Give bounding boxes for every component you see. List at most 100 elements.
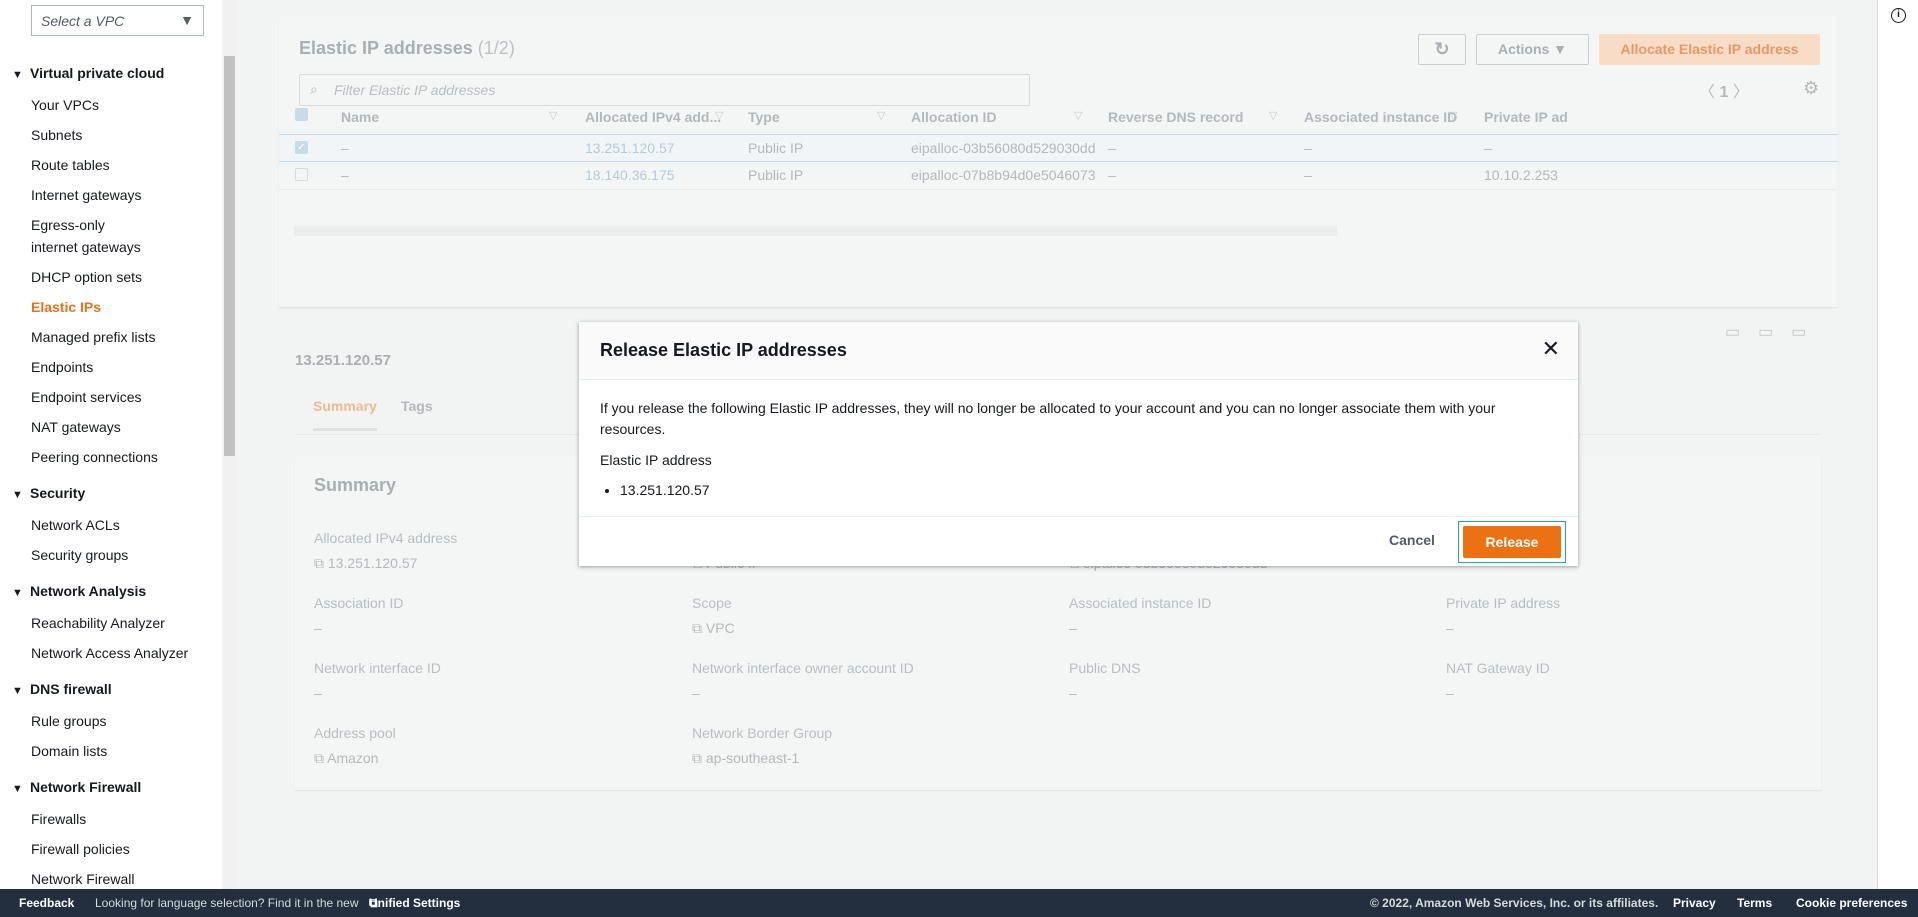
sidebar-item-nat-gateways[interactable]: NAT gateways [0,412,222,442]
sidebar-scrollbar[interactable] [222,0,237,889]
table-cell: 13.251.120.57 [585,140,675,156]
terms-link[interactable]: Terms [1737,889,1772,917]
sidebar-item-firewalls[interactable]: Firewalls [0,804,222,834]
sidebar-item-your-vpcs[interactable]: Your VPCs [0,90,222,120]
field-value: – [1069,620,1077,636]
next-page-icon[interactable]: 〉 [1733,84,1749,101]
settings-gear-icon[interactable]: ⚙ [1803,78,1819,99]
sidebar-item-domain-lists[interactable]: Domain lists [0,736,222,766]
field-value: – [314,620,322,636]
field-value: – [1446,685,1454,701]
sidebar-item-reachability-analyzer[interactable]: Reachability Analyzer [0,608,222,638]
table-row[interactable]: ✓ – 13.251.120.57 Public IP eipalloc-03b5608… [279,134,1838,162]
refresh-button[interactable]: ↻ [1418,34,1466,65]
privacy-link[interactable]: Privacy [1673,889,1716,917]
field-value-text: – [314,620,322,636]
sidebar-section-network-firewall[interactable]: ▼ Network Firewall [0,772,222,804]
column-header[interactable]: Name [341,109,379,125]
sidebar-item-internet-gateways[interactable]: Internet gateways [0,180,222,210]
sort-icon[interactable]: ▽ [1074,109,1082,122]
prev-page-icon[interactable]: 〈 [1699,84,1715,101]
sidebar-item-network-access-analyzer[interactable]: Network Access Analyzer [0,638,222,668]
scrollbar-thumb[interactable] [224,56,235,456]
sidebar-section-security[interactable]: ▼ Security [0,478,222,510]
column-header[interactable]: Type [748,109,780,125]
sidebar-nav: ▼ Virtual private cloud Your VPCs Subnets Ro… [0,52,222,889]
field-label: Allocated IPv4 address [314,530,458,546]
column-header[interactable]: Associated instance ID [1304,109,1457,125]
sidebar-item-endpoint-services[interactable]: Endpoint services [0,382,222,412]
cancel-button[interactable]: Cancel [1389,532,1435,548]
vpc-select-value: Select a VPC [41,13,125,29]
sidebar-item-firewall-policies[interactable]: Firewall policies [0,834,222,864]
field-value-text: Amazon [327,750,379,766]
table-cell: 10.10.2.253 [1484,167,1558,183]
table-row[interactable]: – 18.140.36.175 Public IP eipalloc-07b8b94d… [279,162,1838,190]
field-value-text: 13.251.120.57 [327,555,418,571]
field-value: ⧉ ap-southeast-1 [692,750,799,767]
column-header[interactable]: Private IP ad [1484,109,1568,125]
details-title: 13.251.120.57 [295,352,391,369]
column-header[interactable]: Allocated IPv4 add... [585,109,721,125]
field-value-text: ap-southeast-1 [705,750,800,766]
horizontal-scrollbar[interactable] [294,226,1337,236]
field-value: – [1446,620,1454,636]
table-cell: Public IP [748,140,804,156]
select-all-checkbox[interactable] [295,108,308,121]
copy-icon[interactable]: ⧉ [692,750,706,766]
table-cell: – [341,140,349,156]
sidebar-section-network-analysis[interactable]: ▼ Network Analysis [0,576,222,608]
sidebar-item-rule-groups[interactable]: Rule groups [0,706,222,736]
address-list-label: Elastic IP address [600,452,712,468]
tab-tags[interactable]: Tags [401,398,433,414]
field-label: NAT Gateway ID [1446,660,1550,676]
sidebar-item-subnets[interactable]: Subnets [0,120,222,150]
vpc-select[interactable]: Select a VPC ▼ [31,5,204,36]
sidebar-item-security-groups[interactable]: Security groups [0,540,222,570]
copy-icon[interactable]: ⧉ [314,555,328,571]
page-number[interactable]: 1 [1719,84,1728,101]
caret-down-icon: ▼ [12,489,23,501]
sidebar-item-endpoints[interactable]: Endpoints [0,352,222,382]
actions-button[interactable]: Actions ▼ [1476,34,1589,65]
sort-icon[interactable]: ▽ [1269,109,1277,122]
cookie-preferences-link[interactable]: Cookie preferences [1796,889,1907,917]
sidebar-section-virtual-private-cloud[interactable]: ▼ Virtual private cloud [0,58,222,90]
sidebar-section-dns-firewall[interactable]: ▼ DNS firewall [0,674,222,706]
copyright: © 2022, Amazon Web Services, Inc. or its… [1370,896,1659,910]
allocate-eip-button[interactable]: Allocate Elastic IP address [1599,34,1820,65]
sidebar-item-managed-prefix-lists[interactable]: Managed prefix lists [0,322,222,352]
column-header[interactable]: Reverse DNS record [1108,109,1243,125]
table-cell: – [1108,167,1116,183]
release-button[interactable]: Release [1463,526,1561,558]
copy-icon[interactable]: ⧉ [314,750,327,766]
caret-down-icon: ▼ [12,685,23,697]
table-title: Elastic IP addresses (1/2) [299,38,515,58]
sidebar-item-route-tables[interactable]: Route tables [0,150,222,180]
close-icon[interactable]: ✕ [1542,336,1560,362]
row-checkbox[interactable]: ✓ [295,141,308,154]
sort-icon[interactable]: ▽ [877,109,885,122]
sidebar-item-dhcp-option-sets[interactable]: DHCP option sets [0,262,222,292]
copy-icon[interactable]: ⧉ [692,620,706,636]
sidebar-item-egress-only-internet-gateways[interactable]: Egress-only internet gateways [0,210,150,262]
table-cell: eipalloc-07b8b94d0e5046073 [911,167,1096,183]
sort-icon[interactable]: ▽ [715,109,723,122]
sort-icon[interactable]: ▽ [549,109,557,122]
feedback-link[interactable]: Feedback [19,889,74,917]
sort-icon[interactable]: ▽ [1449,109,1457,122]
language-note: Looking for language selection? Find it … [95,896,359,910]
field-label: Private IP address [1446,595,1561,611]
field-value-text: – [1446,620,1454,636]
filter-input[interactable]: ⌕ Filter Elastic IP addresses [299,74,1030,106]
column-header[interactable]: Allocation ID [911,109,997,125]
info-icon[interactable]: i [1891,8,1906,23]
sidebar-item-elastic-ips[interactable]: Elastic IPs [0,292,222,322]
table-cell: 18.140.36.175 [585,167,675,183]
row-checkbox[interactable] [295,168,308,181]
tab-summary[interactable]: Summary [313,398,377,431]
sidebar-item-peering-connections[interactable]: Peering connections [0,442,222,472]
sidebar-item-network-firewall-rule-groups[interactable]: Network Firewall rule groups [0,864,150,889]
split-panel-icons[interactable]: ▭▭▭ [1725,322,1824,342]
sidebar-item-network-acls[interactable]: Network ACLs [0,510,222,540]
